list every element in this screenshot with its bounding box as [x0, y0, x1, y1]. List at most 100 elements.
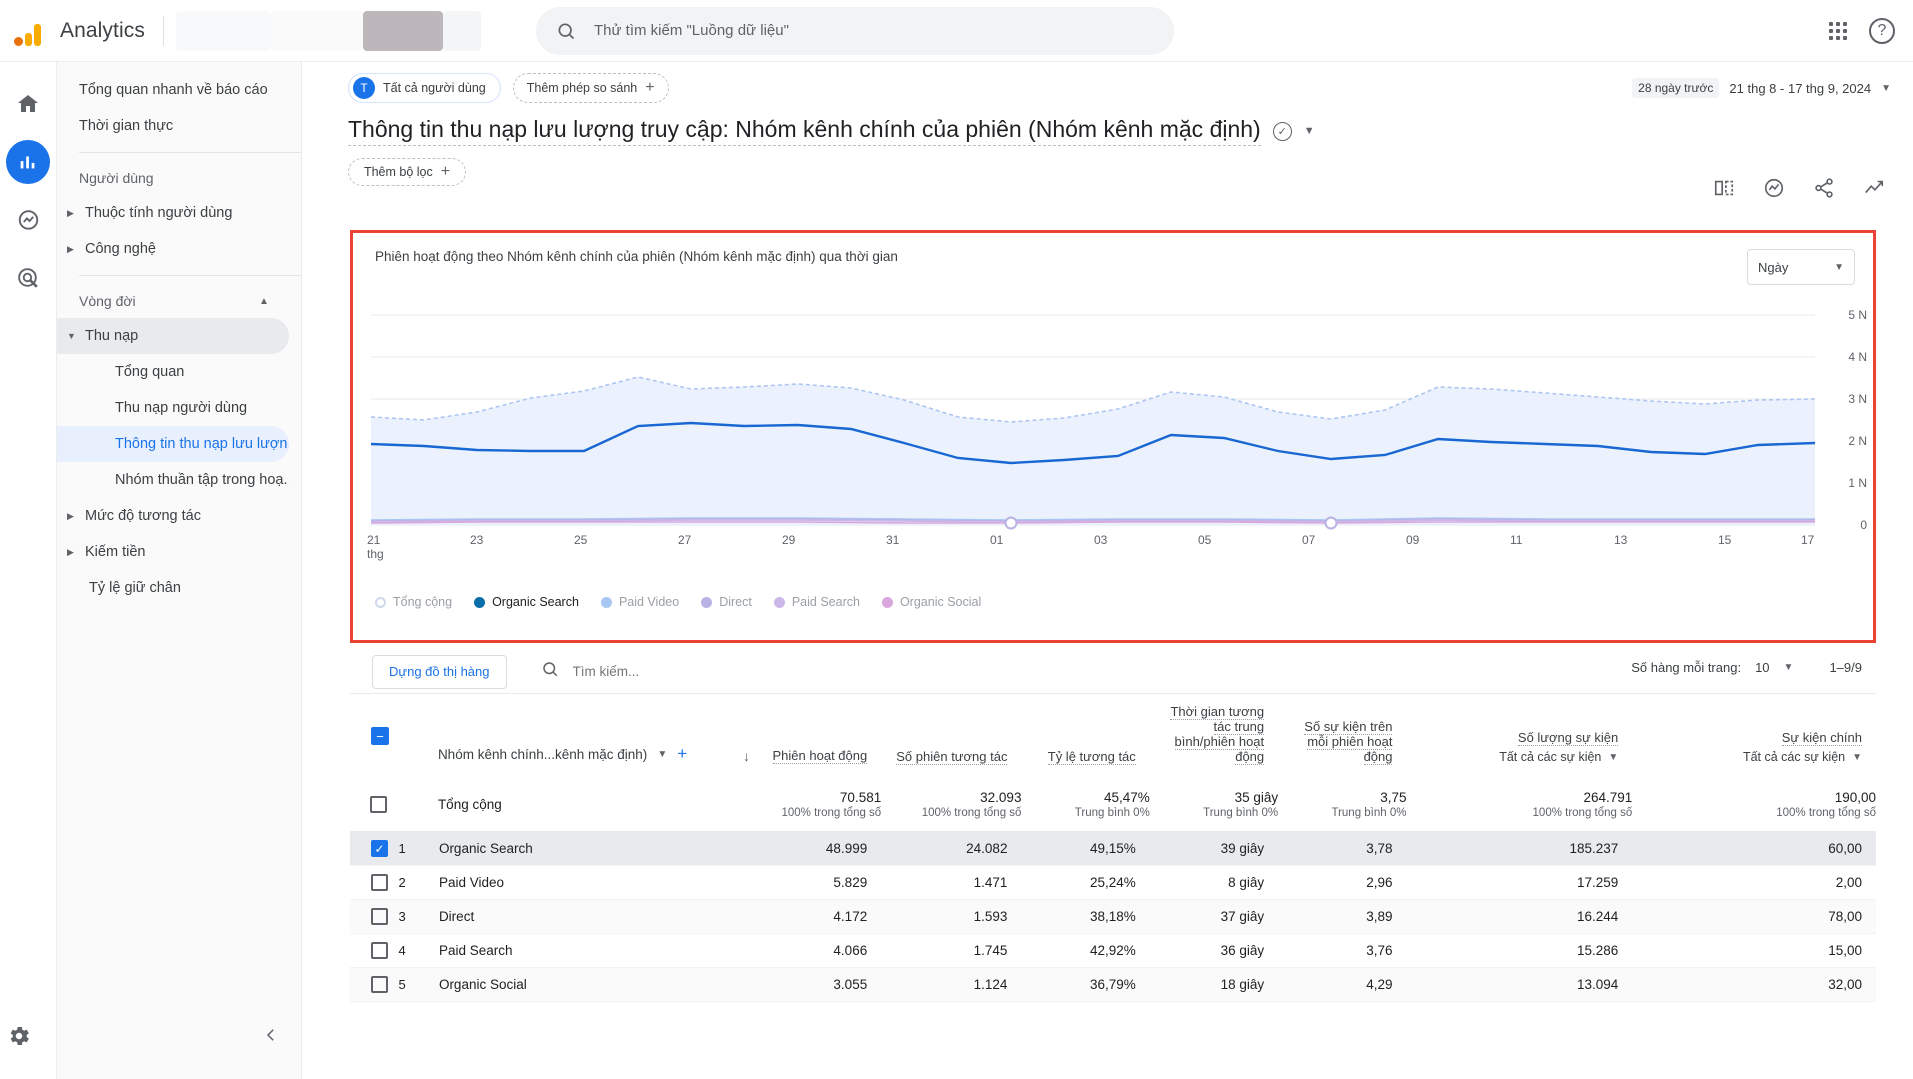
select-all-checkbox[interactable]: −	[371, 727, 389, 745]
x-tick-label: 11	[1510, 533, 1523, 547]
row-checkbox[interactable]	[371, 874, 388, 891]
table-row[interactable]: 4 Paid Search 4.066 1.745 42,92% 36 giây…	[350, 933, 1876, 968]
sidebar-item-realtime[interactable]: Thời gian thực	[57, 108, 289, 144]
totals-subvalue: Trung bình 0%	[1331, 807, 1407, 819]
row-avg-time: 18 giây	[1149, 967, 1279, 1002]
table-row[interactable]: 2 Paid Video 5.829 1.471 25,24% 8 giây 2…	[350, 865, 1876, 900]
sidebar-item-traffic-acquisition[interactable]: Thông tin thu nạp lưu lượn...	[57, 426, 289, 462]
sidebar-item-cohort[interactable]: Nhóm thuần tập trong hoạ...	[57, 462, 289, 498]
totals-checkbox[interactable]	[370, 796, 387, 813]
row-checkbox[interactable]: ✓	[371, 840, 388, 857]
all-users-chip[interactable]: T Tất cả người dùng	[348, 73, 501, 103]
row-events-per-session: 3,89	[1278, 899, 1407, 934]
totals-subvalue: 100% trong tổng số	[921, 807, 1022, 819]
column-header-engaged-sessions[interactable]: Số phiên tương tác	[881, 694, 1021, 778]
sidebar-group-users: Người dùng	[57, 161, 289, 195]
help-icon[interactable]: ?	[1869, 18, 1895, 44]
global-search[interactable]	[535, 6, 1174, 55]
sidebar-item-reports-snapshot[interactable]: Tổng quan nhanh về báo cáo	[57, 72, 289, 108]
apps-grid-icon[interactable]	[1829, 22, 1847, 40]
row-checkbox[interactable]	[371, 976, 388, 993]
column-header-events-per-session[interactable]: Số sự kiện trên mỗi phiên hoạt động	[1278, 694, 1406, 778]
table-row[interactable]: 3 Direct 4.172 1.593 38,18% 37 giây 3,89…	[350, 899, 1876, 934]
sidebar-item-tech[interactable]: ▶ Công nghệ	[57, 231, 289, 267]
plus-icon[interactable]: +	[677, 744, 687, 764]
chevron-left-icon[interactable]	[262, 1026, 280, 1049]
column-header-key-events[interactable]: Sự kiện chính Tất cả các sự kiện ▼	[1632, 694, 1876, 778]
sidebar-group-lifecycle: Vòng đời ▲	[57, 284, 289, 318]
dimension-header: Nhóm kênh chính...kênh mặc định) ▼ +	[438, 694, 741, 778]
row-sessions: 5.829	[740, 865, 882, 900]
sidebar-item-overview[interactable]: Tổng quan	[57, 354, 289, 390]
legend-item-paid-video[interactable]: Paid Video	[600, 595, 679, 609]
totals-value: 70.581	[839, 790, 882, 805]
column-header-avg-engagement-time[interactable]: Thời gian tương tác trung bình/phiên hoạ…	[1150, 694, 1278, 778]
rail-item-home[interactable]	[6, 82, 50, 126]
row-checkbox[interactable]	[371, 908, 388, 925]
column-header-event-count[interactable]: Số lượng sự kiện Tất cả các sự kiện ▼	[1406, 694, 1632, 778]
date-range-selector[interactable]: 28 ngày trước 21 thg 8 - 17 thg 9, 2024 …	[1632, 78, 1891, 98]
build-row-chart-button[interactable]: Dựng đồ thị hàng	[372, 654, 507, 689]
row-checkbox-cell	[350, 933, 398, 968]
account-name-placeholder[interactable]	[362, 10, 443, 51]
column-header-sessions[interactable]: ↓ Phiên hoạt động	[741, 694, 881, 778]
property-extra-placeholder[interactable]	[442, 10, 481, 51]
event-count-filter[interactable]: Tất cả các sự kiện ▼	[1412, 750, 1618, 764]
sidebar-item-user-acquisition[interactable]: Thu nạp người dùng	[57, 390, 289, 426]
rail-item-explore[interactable]	[6, 198, 50, 242]
trend-icon[interactable]	[1863, 177, 1885, 204]
sidebar-item-engagement[interactable]: ▶ Mức độ tương tác	[57, 498, 289, 534]
key-events-filter[interactable]: Tất cả các sự kiện ▼	[1638, 750, 1862, 764]
pagination-label: 1–9/9	[1829, 660, 1862, 675]
chart-legend: Tổng cộng Organic Search Paid Video Dire…	[353, 595, 1873, 609]
account-selector[interactable]	[175, 10, 271, 51]
legend-item-direct[interactable]: Direct	[701, 595, 752, 609]
column-label: Số lượng sự kiện	[1517, 730, 1619, 746]
rows-per-page-value[interactable]: 10	[1755, 660, 1769, 675]
check-circle-icon[interactable]: ✓	[1272, 121, 1292, 141]
column-header-engagement-rate[interactable]: Tỷ lệ tương tác	[1021, 694, 1149, 778]
legend-item-paid-search[interactable]: Paid Search	[773, 595, 860, 609]
insights-icon[interactable]	[1763, 177, 1785, 204]
table-row[interactable]: 5 Organic Social 3.055 1.124 36,79% 18 g…	[350, 967, 1876, 1002]
search-input[interactable]	[591, 21, 1154, 40]
data-table-section: Dựng đồ thị hàng Số hàng mỗi trang: 10 ▼…	[350, 650, 1876, 1002]
table-search-input[interactable]	[570, 663, 821, 680]
add-filter-chip[interactable]: Thêm bộ lọc +	[348, 158, 466, 186]
chevron-down-icon[interactable]: ▼	[1784, 662, 1794, 673]
property-selector[interactable]	[270, 10, 363, 51]
totals-events-per-session: 3,75 Trung bình 0%	[1278, 778, 1407, 832]
add-comparison-chip[interactable]: Thêm phép so sánh +	[512, 73, 669, 103]
row-checkbox-cell	[350, 865, 398, 900]
rail-item-settings[interactable]	[6, 1023, 32, 1054]
page-title: Thông tin thu nạp lưu lượng truy cập: Nh…	[348, 116, 1261, 146]
x-tick-value: 21	[367, 533, 381, 547]
x-tick-label: 31	[886, 533, 900, 547]
legend-item-organic-search[interactable]: Organic Search	[474, 595, 579, 609]
table-search[interactable]	[541, 660, 821, 683]
rail-item-reports[interactable]	[6, 140, 50, 184]
dimension-selector[interactable]: Nhóm kênh chính...kênh mặc định) ▼ +	[438, 744, 741, 764]
chevron-down-icon[interactable]: ▼	[1304, 125, 1315, 137]
legend-item-organic-social[interactable]: Organic Social	[881, 595, 981, 609]
left-rail	[0, 62, 57, 1079]
chevron-down-icon[interactable]: ▼	[657, 749, 667, 760]
row-checkbox-cell	[350, 967, 398, 1002]
row-checkbox[interactable]	[371, 942, 388, 959]
sidebar-item-label: Tổng quan nhanh về báo cáo	[79, 82, 268, 98]
row-engagement-rate: 42,92%	[1021, 933, 1150, 968]
chip-avatar: T	[353, 77, 375, 99]
sidebar-item-retention[interactable]: Tỷ lệ giữ chân	[57, 570, 289, 606]
chevron-up-icon[interactable]: ▲	[259, 296, 271, 307]
legend-label: Paid Search	[791, 595, 860, 609]
legend-item-total[interactable]: Tổng cộng	[375, 595, 452, 609]
compare-icon[interactable]	[1713, 177, 1735, 204]
rail-item-advertising[interactable]	[6, 256, 50, 300]
sidebar-item-user-attributes[interactable]: ▶ Thuộc tính người dùng	[57, 195, 289, 231]
totals-value: 35 giây	[1234, 790, 1279, 805]
granularity-select[interactable]: Ngày ▼	[1747, 249, 1855, 285]
sidebar-item-monetization[interactable]: ▶ Kiếm tiền	[57, 534, 289, 570]
table-row[interactable]: ✓ 1 Organic Search 48.999 24.082 49,15% …	[350, 831, 1876, 866]
sidebar-item-acquisition[interactable]: ▼ Thu nạp	[57, 318, 289, 354]
share-icon[interactable]	[1813, 177, 1835, 204]
